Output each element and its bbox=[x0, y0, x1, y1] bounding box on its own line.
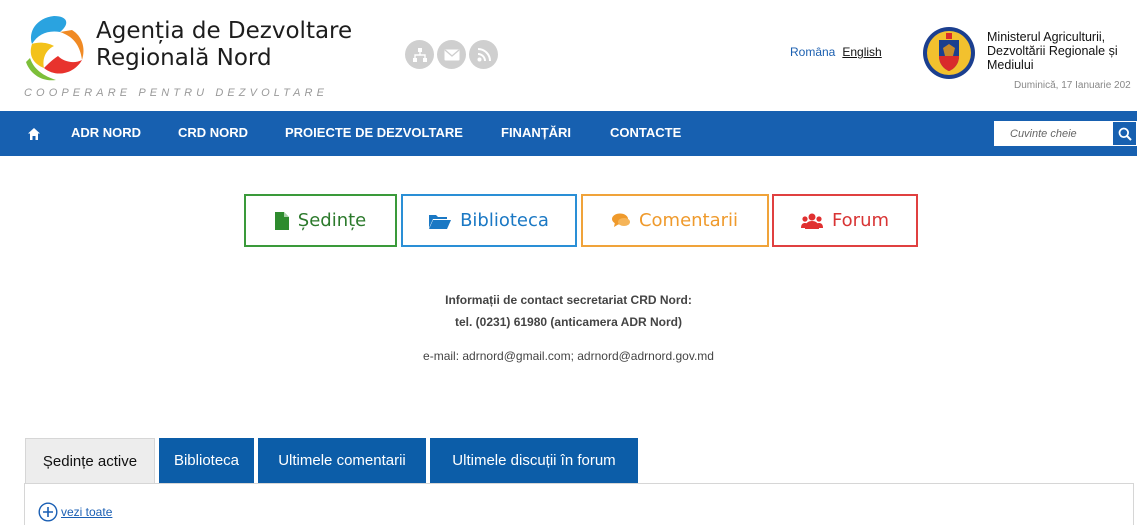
nav-item-crd-nord[interactable]: CRD NORD bbox=[178, 125, 248, 140]
tab-panel bbox=[24, 483, 1134, 525]
ministry-line2: Dezvoltării Regionale și bbox=[987, 44, 1118, 58]
contact-email: e-mail: adrnord@gmail.com; adrnord@adrno… bbox=[423, 349, 714, 363]
lang-ro-link[interactable]: Româna bbox=[790, 45, 835, 59]
nav-home-button[interactable] bbox=[12, 111, 56, 156]
moldova-coat-of-arms-icon[interactable] bbox=[922, 24, 976, 82]
org-name-line1: Agenția de Dezvoltare bbox=[96, 18, 353, 44]
sitemap-icon[interactable] bbox=[405, 40, 434, 69]
adr-nord-logo[interactable] bbox=[22, 12, 92, 84]
search-button[interactable] bbox=[1112, 121, 1137, 146]
see-all-link[interactable]: vezi toate bbox=[38, 502, 112, 522]
tagline: COOPERARE PENTRU DEZVOLTARE bbox=[24, 87, 329, 99]
section-sedinte-label: Ședințe bbox=[297, 210, 367, 231]
section-comentarii-label: Comentarii bbox=[638, 210, 739, 231]
main-nav: ADR NORD CRD NORD PROIECTE DE DEZVOLTARE… bbox=[0, 111, 1137, 156]
nav-item-contacte[interactable]: CONTACTE bbox=[610, 125, 681, 140]
nav-item-adr-nord[interactable]: ADR NORD bbox=[71, 125, 141, 140]
site-header: Agenția de Dezvoltare Regională Nord COO… bbox=[0, 0, 1137, 111]
language-switcher: Româna English bbox=[790, 45, 882, 59]
see-all-label: vezi toate bbox=[61, 505, 113, 519]
home-icon bbox=[28, 127, 40, 140]
contact-phone: tel. (0231) 61980 (anticamera ADR Nord) bbox=[455, 315, 682, 329]
section-comentarii-button[interactable]: Comentarii bbox=[581, 194, 769, 247]
tab-ultimele-comentarii[interactable]: Ultimele comentarii bbox=[258, 438, 426, 483]
tab-ultimele-discutii-forum[interactable]: Ultimele discuții în forum bbox=[430, 438, 638, 483]
section-forum-label: Forum bbox=[831, 210, 890, 231]
nav-item-proiecte[interactable]: PROIECTE DE DEZVOLTARE bbox=[285, 125, 463, 140]
plus-circle-icon bbox=[38, 502, 58, 522]
social-links bbox=[405, 40, 498, 69]
tab-biblioteca[interactable]: Biblioteca bbox=[159, 438, 254, 483]
section-biblioteca-button[interactable]: Biblioteca bbox=[401, 194, 577, 247]
current-date: Duminică, 17 Ianuarie 202 bbox=[1014, 80, 1131, 91]
email-icon[interactable] bbox=[437, 40, 466, 69]
contact-heading: Informații de contact secretariat CRD No… bbox=[445, 293, 692, 307]
org-name-line2: Regională Nord bbox=[96, 45, 272, 71]
search-icon bbox=[1118, 127, 1132, 141]
nav-item-finantari[interactable]: FINANȚĂRI bbox=[501, 125, 571, 140]
rss-icon[interactable] bbox=[469, 40, 498, 69]
comments-icon bbox=[611, 213, 630, 227]
section-biblioteca-label: Biblioteca bbox=[460, 210, 549, 231]
file-icon bbox=[274, 211, 289, 230]
ministry-line1: Ministerul Agriculturii, bbox=[987, 30, 1106, 44]
section-sedinte-button[interactable]: Ședințe bbox=[244, 194, 397, 247]
ministry-name[interactable]: Ministerul Agriculturii, Dezvoltării Reg… bbox=[987, 30, 1137, 72]
lang-en-link[interactable]: English bbox=[842, 45, 881, 59]
search-input[interactable] bbox=[994, 121, 1112, 146]
section-forum-button[interactable]: Forum bbox=[772, 194, 918, 247]
users-icon bbox=[800, 213, 823, 229]
ministry-line3: Mediului bbox=[987, 58, 1034, 72]
folder-open-icon bbox=[429, 214, 452, 229]
tab-sedinte-active[interactable]: Ședințe active bbox=[25, 438, 155, 483]
org-name[interactable]: Agenția de Dezvoltare Regională Nord bbox=[96, 18, 352, 72]
